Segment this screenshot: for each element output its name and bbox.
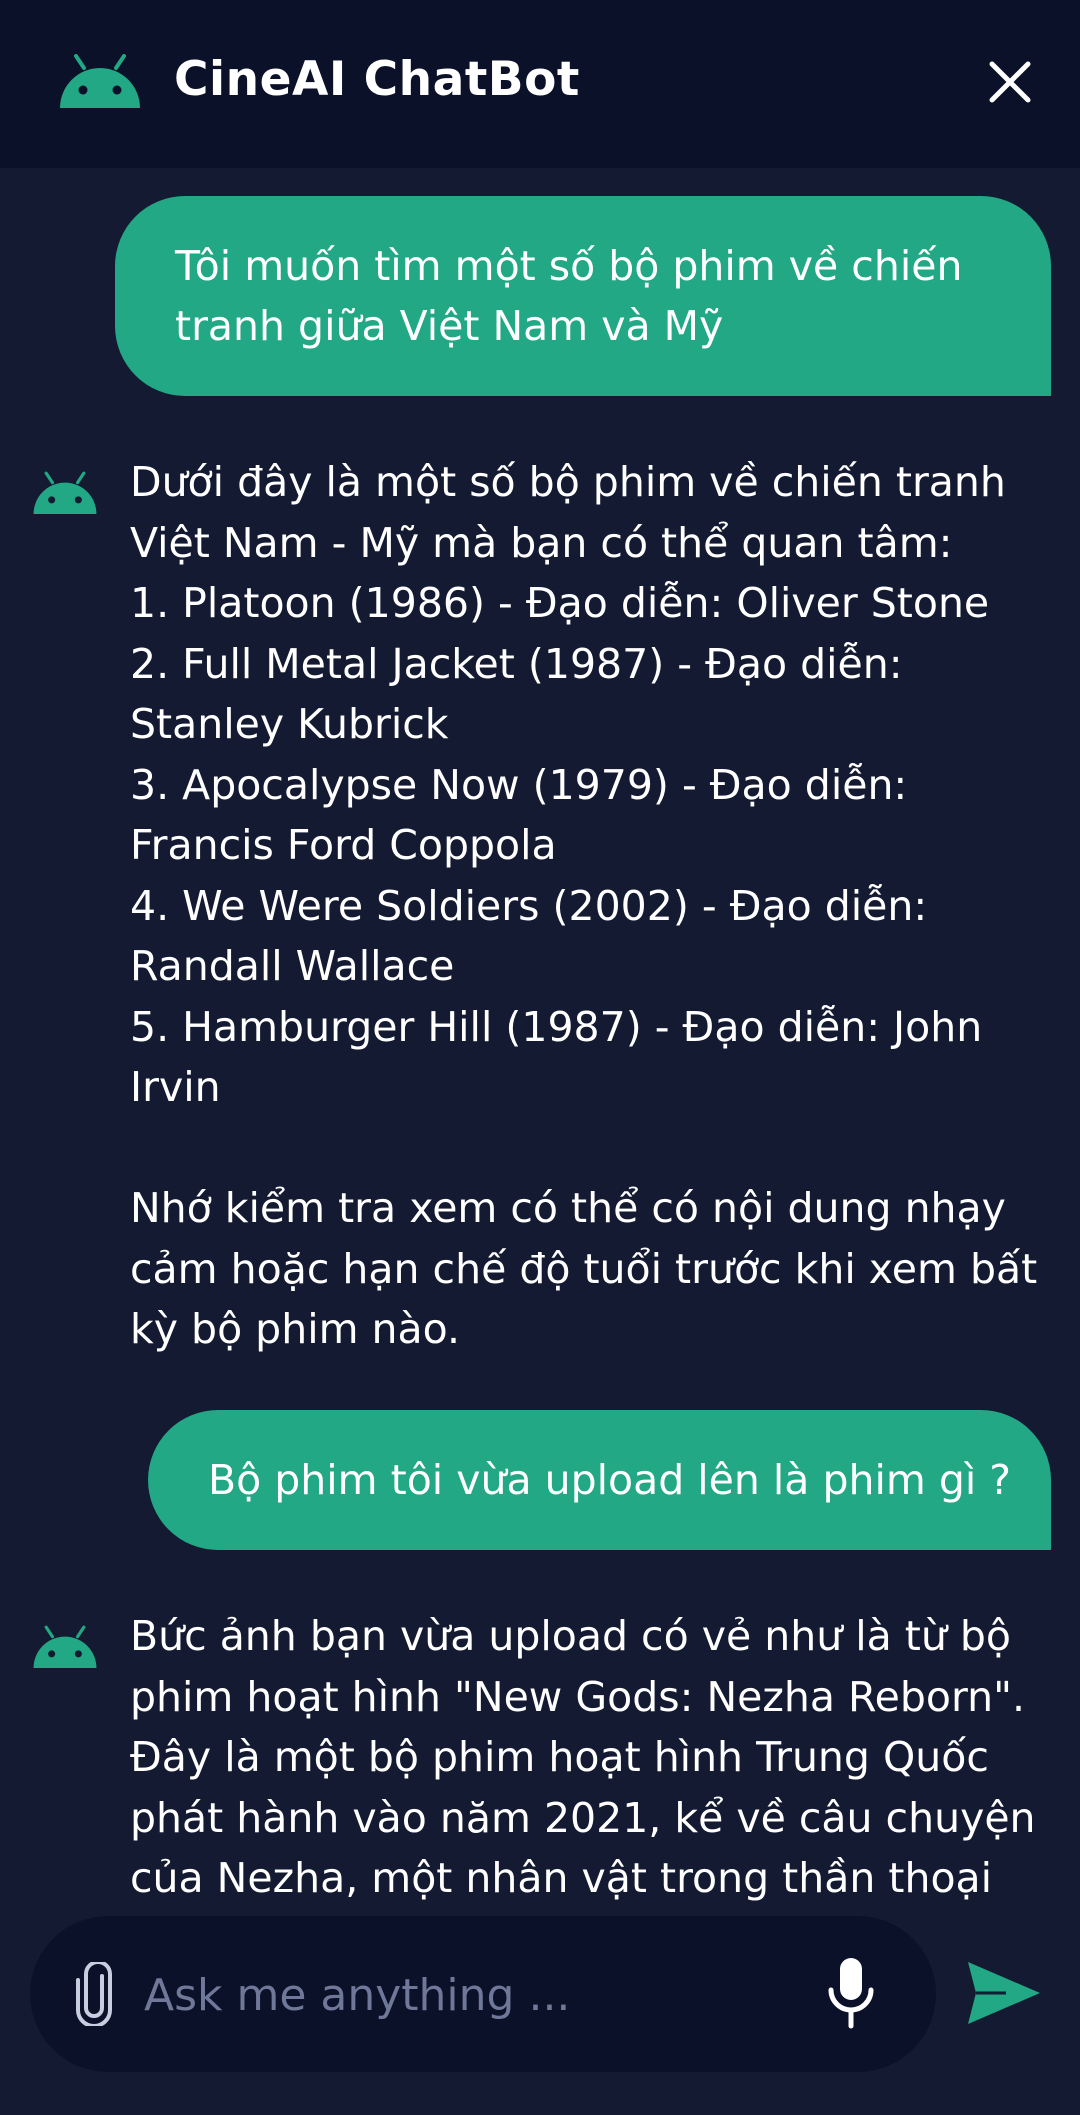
send-icon[interactable] <box>966 1960 1042 2026</box>
android-icon <box>60 54 140 108</box>
user-message-bubble: Tôi muốn tìm một số bộ phim về chiến tra… <box>115 196 1051 396</box>
close-icon[interactable] <box>980 52 1040 112</box>
user-message-bubble: Bộ phim tôi vừa upload lên là phim gì ? <box>148 1410 1051 1550</box>
bot-avatar-android-icon <box>33 1625 97 1668</box>
chat-input[interactable] <box>142 1956 706 2034</box>
chat-header: CineAI ChatBot <box>0 0 1080 168</box>
paperclip-icon[interactable] <box>74 1962 114 2026</box>
microphone-icon[interactable] <box>826 1956 876 2032</box>
message-input-bar <box>30 1916 936 2072</box>
bot-message: Dưới đây là một số bộ phim về chiến tran… <box>130 458 1038 1353</box>
app-title: CineAI ChatBot <box>174 52 580 107</box>
bot-avatar-android-icon <box>33 471 97 514</box>
bot-message: Bức ảnh bạn vừa upload có vẻ như là từ b… <box>130 1612 1036 1902</box>
